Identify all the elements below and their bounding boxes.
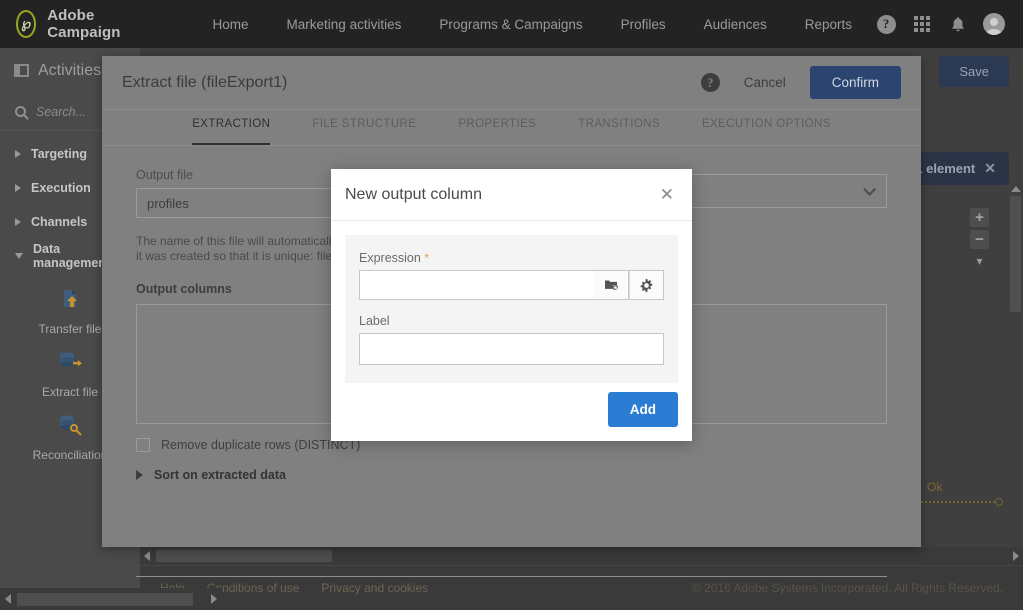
scroll-right-arrow-icon[interactable] — [211, 594, 217, 604]
sidebar-title: Activities — [38, 61, 102, 79]
nav-link-audiences[interactable]: Audiences — [685, 17, 786, 32]
transition-dashed-line — [913, 501, 995, 503]
expression-input[interactable] — [359, 270, 594, 300]
nav-link-home[interactable]: Home — [194, 17, 268, 32]
modal-header: Extract file (fileExport1) ? Cancel Conf… — [102, 56, 921, 110]
canvas-horizontal-scrollbar[interactable] — [140, 547, 1023, 565]
required-indicator: * — [424, 251, 429, 265]
logo-glyph: ℘ — [21, 16, 31, 32]
sidebar-activity-label: Transfer file — [38, 322, 102, 336]
selected-element-label: 1 element — [915, 161, 976, 176]
modal-header-actions: ? Cancel Confirm — [700, 66, 901, 99]
gear-icon[interactable] — [629, 270, 664, 300]
search-placeholder: Search... — [36, 104, 87, 119]
avatar-shape — [983, 13, 1005, 35]
canvas-vertical-scrollbar[interactable] — [1010, 196, 1021, 312]
scroll-right-arrow-icon[interactable] — [1013, 551, 1019, 561]
label-field-label: Label — [359, 314, 390, 328]
help-icon[interactable]: ? — [700, 73, 720, 92]
transfer-file-icon — [53, 285, 87, 315]
transition-connector — [913, 498, 1003, 506]
sidebar-activity-label: Extract file — [41, 385, 98, 399]
footer-copyright: © 2016 Adobe Systems Incorporated. All R… — [691, 581, 1003, 595]
modal-tabs: EXTRACTION FILE STRUCTURE PROPERTIES TRA… — [102, 110, 921, 146]
nav-right-icons: ? — [871, 9, 1009, 39]
tab-transitions[interactable]: TRANSITIONS — [578, 118, 660, 145]
canvas-zoom-controls: + − ▾ — [970, 208, 989, 268]
nav-link-profiles[interactable]: Profiles — [602, 17, 685, 32]
expression-field-group — [359, 270, 664, 300]
sidebar-activity-label: Reconciliation — [32, 448, 108, 462]
footer-link-privacy-and-cookies[interactable]: Privacy and cookies — [321, 581, 428, 595]
sidebar-category-label: Execution — [31, 181, 91, 195]
notifications-bell-icon[interactable] — [943, 9, 973, 39]
remove-duplicates-checkbox[interactable] — [136, 438, 150, 452]
dialog-header: New output column ✕ — [331, 169, 692, 221]
modal-divider — [136, 576, 887, 577]
sort-on-extracted-data-label: Sort on extracted data — [154, 468, 286, 482]
user-avatar[interactable] — [979, 9, 1009, 39]
help-glyph: ? — [876, 14, 896, 34]
app-root: ℘ Adobe Campaign Home Marketing activiti… — [0, 0, 1023, 610]
adobe-campaign-logo-icon: ℘ — [16, 10, 37, 38]
add-button[interactable]: Add — [607, 392, 678, 427]
help-icon[interactable]: ? — [871, 9, 901, 39]
scroll-left-arrow-icon[interactable] — [5, 594, 11, 604]
close-icon[interactable]: ✕ — [984, 160, 996, 177]
nav-link-programs-campaigns[interactable]: Programs & Campaigns — [420, 17, 601, 32]
sidebar-category-label: Channels — [31, 215, 88, 229]
close-icon[interactable]: ✕ — [656, 184, 678, 205]
extract-file-icon — [53, 348, 87, 378]
transition-endpoint-icon — [995, 498, 1003, 506]
chevron-down-icon — [15, 253, 23, 259]
modal-cancel-button[interactable]: Cancel — [734, 69, 796, 96]
top-navigation-bar: ℘ Adobe Campaign Home Marketing activiti… — [0, 0, 1023, 48]
apps-grid-dots — [914, 16, 930, 32]
scroll-left-arrow-icon[interactable] — [144, 551, 150, 561]
chevron-right-icon — [15, 150, 21, 158]
sort-on-extracted-data-section[interactable]: Sort on extracted data — [136, 468, 887, 482]
modal-title: Extract file (fileExport1) — [122, 73, 288, 91]
tab-file-structure[interactable]: FILE STRUCTURE — [312, 118, 416, 145]
dialog-footer: Add — [607, 392, 678, 427]
sidebar-hscroll-thumb[interactable] — [17, 592, 193, 606]
tab-execution-options[interactable]: EXECUTION OPTIONS — [702, 118, 831, 145]
chevron-right-icon — [15, 218, 21, 226]
chevron-right-icon — [136, 470, 143, 480]
tab-extraction[interactable]: EXTRACTION — [192, 118, 271, 145]
apps-grid-icon[interactable] — [907, 9, 937, 39]
nav-links: Home Marketing activities Programs & Cam… — [194, 17, 871, 32]
expression-label-row: Expression * — [359, 251, 664, 265]
chevron-right-icon — [15, 184, 21, 192]
search-icon — [15, 106, 26, 117]
nav-link-marketing-activities[interactable]: Marketing activities — [268, 17, 421, 32]
zoom-out-button[interactable]: − — [970, 230, 989, 249]
expression-label: Expression — [359, 251, 421, 265]
canvas-hscroll-thumb[interactable] — [156, 550, 332, 562]
scroll-up-arrow-icon[interactable] — [1011, 186, 1021, 192]
reconciliation-icon — [53, 411, 87, 441]
new-output-column-dialog: New output column ✕ Expression * Label A… — [331, 169, 692, 441]
nav-link-reports[interactable]: Reports — [786, 17, 871, 32]
transition-label: Ok — [927, 480, 943, 494]
label-input[interactable] — [359, 333, 664, 365]
panel-icon — [14, 64, 29, 77]
sidebar-category-label: Targeting — [31, 147, 88, 161]
brand-name: Adobe Campaign — [47, 7, 121, 41]
workflow-transition-ok: Ok — [913, 480, 1003, 506]
tab-properties[interactable]: PROPERTIES — [458, 118, 536, 145]
page-footer: Help Conditions of use Privacy and cooki… — [140, 565, 1023, 610]
dialog-form: Expression * Label — [345, 235, 678, 383]
folder-browse-icon[interactable] — [594, 270, 629, 300]
chevron-down-icon[interactable]: ▾ — [976, 254, 982, 268]
sidebar-horizontal-scrollbar[interactable] — [0, 588, 222, 610]
modal-confirm-button[interactable]: Confirm — [809, 66, 901, 99]
zoom-in-button[interactable]: + — [970, 208, 989, 227]
dialog-title: New output column — [345, 185, 482, 203]
workspace-save-button[interactable]: Save — [939, 55, 1009, 87]
chevron-down-icon — [863, 182, 876, 196]
